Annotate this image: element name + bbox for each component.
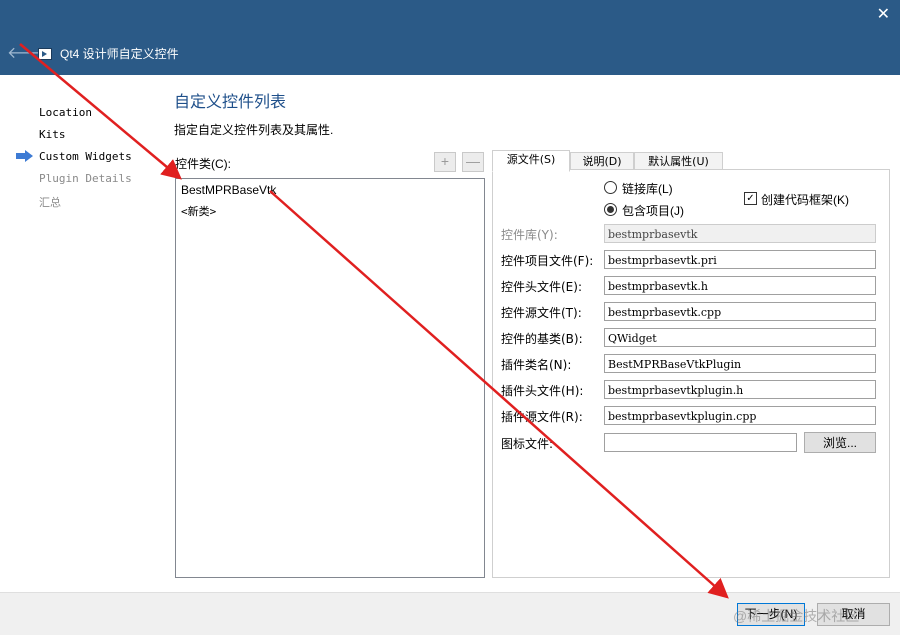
plugin-header-label: 插件头文件(H):: [501, 384, 584, 398]
watermark: @稀土掘金技术社区: [733, 608, 860, 624]
page-subtitle: 指定自定义控件列表及其属性.: [174, 123, 334, 137]
library-label: 控件库(Y):: [501, 228, 558, 242]
close-icon[interactable]: ✕: [877, 5, 890, 25]
widget-list-label: 控件类(C):: [175, 157, 231, 171]
create-skeleton-label: 创建代码框架(K): [761, 193, 849, 207]
browse-button[interactable]: 浏览...: [804, 432, 876, 453]
step-custom-widgets: Custom Widgets: [39, 150, 132, 163]
base-class-label: 控件的基类(B):: [501, 332, 583, 346]
list-item[interactable]: <新类>: [181, 203, 216, 219]
current-step-arrow-icon: [16, 150, 33, 162]
step-summary: 汇总: [39, 196, 61, 209]
create-skeleton-checkbox[interactable]: ✓: [744, 192, 757, 205]
step-plugin-details: Plugin Details: [39, 172, 132, 185]
plugin-class-label: 插件类名(N):: [501, 358, 572, 372]
title-bar: ✕ 🡐 Qt4 设计师自定义控件: [0, 0, 900, 75]
page-title: 自定义控件列表: [174, 94, 287, 111]
source-file-label: 控件源文件(T):: [501, 306, 582, 320]
include-project-label: 包含项目(J): [622, 204, 684, 218]
widget-class-list[interactable]: BestMPRBaseVtk <新类>: [175, 178, 485, 578]
list-item[interactable]: BestMPRBaseVtk: [181, 183, 276, 197]
include-project-radio[interactable]: [604, 203, 617, 216]
window-title: Qt4 设计师自定义控件: [60, 47, 179, 61]
plugin-source-label: 插件源文件(R):: [501, 410, 583, 424]
source-file-field[interactable]: bestmprbasevtk.cpp: [604, 302, 876, 321]
remove-widget-button[interactable]: —: [462, 152, 484, 172]
library-field: bestmprbasevtk: [604, 224, 876, 243]
project-file-field[interactable]: bestmprbasevtk.pri: [604, 250, 876, 269]
step-location: Location: [39, 106, 92, 119]
plugin-header-field[interactable]: bestmprbasevtkplugin.h: [604, 380, 876, 399]
icon-file-label: 图标文件:: [501, 437, 554, 451]
app-icon: [38, 48, 52, 60]
link-library-radio[interactable]: [604, 181, 617, 194]
header-file-field[interactable]: bestmprbasevtk.h: [604, 276, 876, 295]
step-kits: Kits: [39, 128, 66, 141]
link-library-label: 链接库(L): [622, 182, 673, 196]
add-widget-button[interactable]: +: [434, 152, 456, 172]
plugin-source-field[interactable]: bestmprbasevtkplugin.cpp: [604, 406, 876, 425]
tab-source-files[interactable]: 源文件(S): [492, 150, 570, 172]
project-file-label: 控件项目文件(F):: [501, 254, 594, 268]
base-class-field[interactable]: QWidget: [604, 328, 876, 347]
plugin-class-field[interactable]: BestMPRBaseVtkPlugin: [604, 354, 876, 373]
header-file-label: 控件头文件(E):: [501, 280, 582, 294]
icon-file-field[interactable]: [604, 433, 797, 452]
